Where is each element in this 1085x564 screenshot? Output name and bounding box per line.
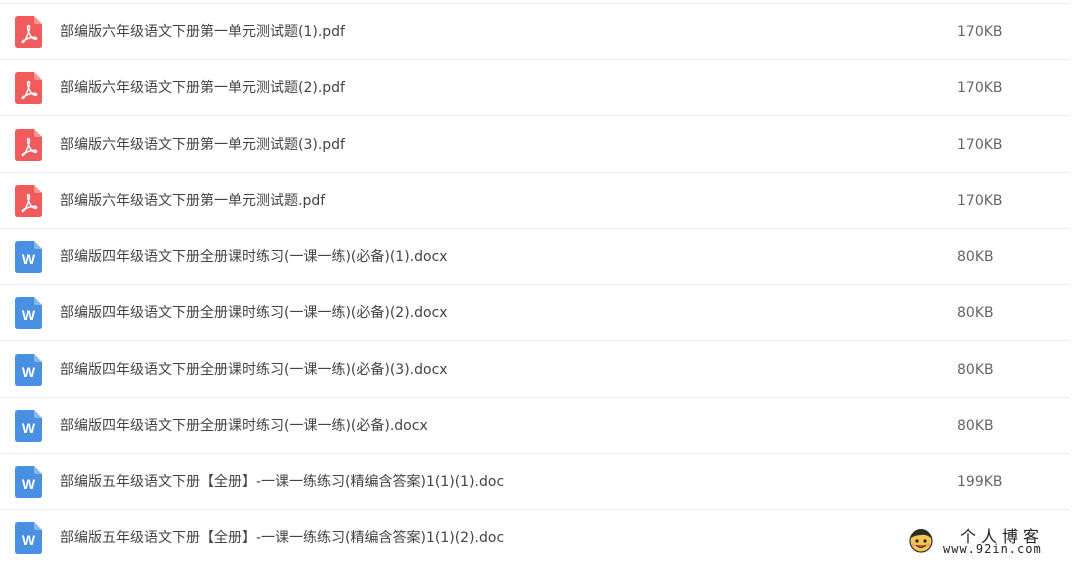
file-name[interactable]: 部编版四年级语文下册全册课时练习(一课一练)(必备)(2).docx	[60, 285, 448, 341]
word-icon: W	[15, 522, 42, 554]
file-name[interactable]: 部编版六年级语文下册第一单元测试题(2).pdf	[60, 60, 345, 116]
file-row[interactable]: W 部编版五年级语文下册【全册】-一课一练练习(精编含答案)1(1)(1).do…	[0, 454, 1070, 510]
pdf-icon	[15, 16, 42, 48]
file-list: 部编版六年级语文下册第一单元测试题(1).pdf 170KB 部编版六年级语文下…	[0, 0, 1085, 564]
file-name[interactable]: 部编版四年级语文下册全册课时练习(一课一练)(必备)(1).docx	[60, 229, 448, 285]
file-row[interactable]: W 部编版四年级语文下册全册课时练习(一课一练)(必备)(2).docx 80K…	[0, 285, 1070, 341]
pdf-icon	[15, 185, 42, 217]
file-row[interactable]: 部编版六年级语文下册第一单元测试题(3).pdf 170KB	[0, 117, 1070, 173]
file-row[interactable]: W 部编版四年级语文下册全册课时练习(一课一练)(必备)(3).docx 80K…	[0, 342, 1070, 398]
avatar-face-icon	[909, 529, 933, 553]
word-icon-letter: W	[22, 251, 36, 267]
file-name[interactable]: 部编版五年级语文下册【全册】-一课一练练习(精编含答案)1(1)(2).doc	[60, 510, 504, 564]
word-icon: W	[15, 410, 42, 442]
file-name[interactable]: 部编版六年级语文下册第一单元测试题(3).pdf	[60, 117, 345, 173]
word-icon-letter: W	[22, 532, 36, 548]
file-row[interactable]: 部编版六年级语文下册第一单元测试题.pdf 170KB	[0, 173, 1070, 229]
file-size: 170KB	[957, 80, 1003, 96]
file-name[interactable]: 部编版五年级语文下册【全册】-一课一练练习(精编含答案)1(1)(1).doc	[60, 454, 504, 510]
file-name[interactable]: 部编版六年级语文下册第一单元测试题(1).pdf	[60, 4, 345, 60]
file-name[interactable]: 部编版四年级语文下册全册课时练习(一课一练)(必备)(3).docx	[60, 342, 448, 398]
word-icon: W	[15, 297, 42, 329]
watermark: 个人博客 www.92in.com	[905, 520, 1075, 560]
file-row[interactable]: W 部编版四年级语文下册全册课时练习(一课一练)(必备).docx 80KB	[0, 398, 1070, 454]
word-icon: W	[15, 466, 42, 498]
file-size: 170KB	[957, 24, 1003, 40]
file-size: 80KB	[957, 418, 994, 434]
file-size: 170KB	[957, 193, 1003, 209]
watermark-url: www.92in.com	[943, 542, 1042, 556]
file-row[interactable]: W 部编版四年级语文下册全册课时练习(一课一练)(必备)(1).docx 80K…	[0, 229, 1070, 285]
pdf-icon	[15, 72, 42, 104]
file-size: 80KB	[957, 362, 994, 378]
word-icon: W	[15, 354, 42, 386]
file-name[interactable]: 部编版四年级语文下册全册课时练习(一课一练)(必备).docx	[60, 398, 428, 454]
word-icon-letter: W	[22, 476, 36, 492]
word-icon-letter: W	[22, 364, 36, 380]
file-row[interactable]: 部编版六年级语文下册第一单元测试题(1).pdf 170KB	[0, 4, 1070, 60]
file-size: 170KB	[957, 137, 1003, 153]
file-name[interactable]: 部编版六年级语文下册第一单元测试题.pdf	[60, 173, 325, 229]
file-size: 80KB	[957, 305, 994, 321]
file-size: 80KB	[957, 249, 994, 265]
word-icon-letter: W	[22, 307, 36, 323]
file-size: 199KB	[957, 474, 1003, 490]
word-icon-letter: W	[22, 420, 36, 436]
pdf-icon	[15, 129, 42, 161]
word-icon: W	[15, 241, 42, 273]
file-row[interactable]: 部编版六年级语文下册第一单元测试题(2).pdf 170KB	[0, 60, 1070, 116]
